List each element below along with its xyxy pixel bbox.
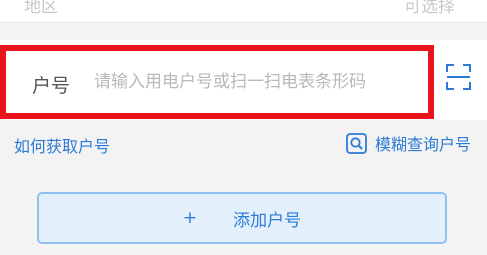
account-number-row: 户号 bbox=[0, 40, 487, 120]
region-row[interactable]: 地区 可选择 bbox=[0, 0, 487, 23]
region-value: 可选择 bbox=[404, 0, 455, 17]
account-number-field-highlight: 户号 bbox=[0, 45, 434, 119]
fuzzy-search-link[interactable]: 模糊查询户号 bbox=[346, 131, 471, 155]
how-to-get-account-link[interactable]: 如何获取户号 bbox=[14, 133, 110, 157]
links-row: 如何获取户号 模糊查询户号 bbox=[0, 120, 487, 168]
fuzzy-search-label: 模糊查询户号 bbox=[374, 135, 471, 154]
search-icon bbox=[346, 132, 367, 154]
add-account-label: 添加户号 bbox=[233, 210, 302, 231]
add-account-button[interactable]: + 添加户号 bbox=[37, 192, 447, 244]
account-number-input[interactable] bbox=[94, 69, 414, 95]
scan-button[interactable] bbox=[446, 64, 471, 90]
region-label: 地区 bbox=[24, 0, 58, 17]
scan-icon bbox=[446, 64, 471, 90]
account-number-label: 户号 bbox=[32, 75, 71, 97]
plus-icon: + bbox=[182, 208, 198, 228]
